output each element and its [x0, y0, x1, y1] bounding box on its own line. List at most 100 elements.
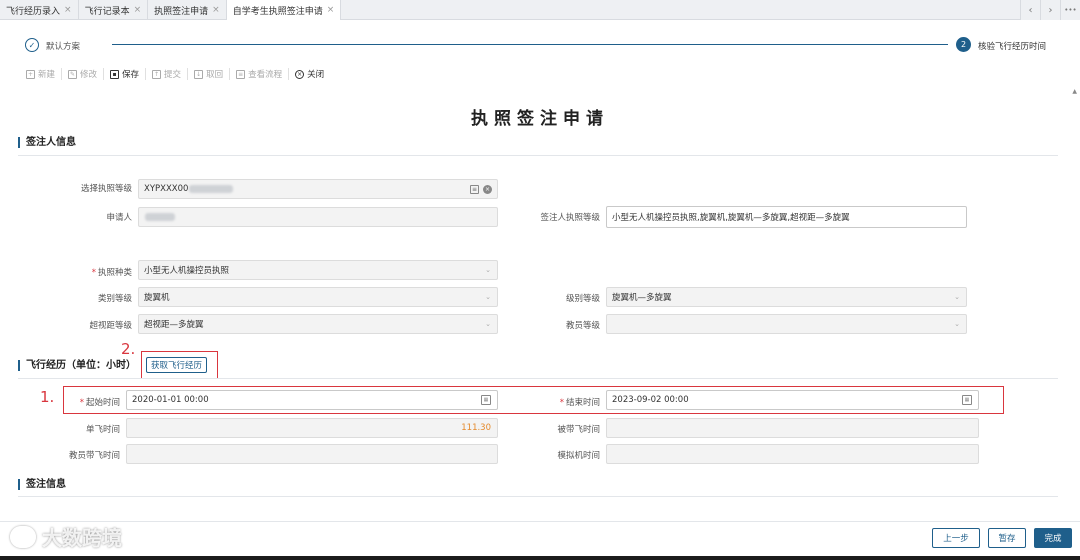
save-draft-button[interactable]: 暂存 [988, 528, 1026, 548]
close-icon[interactable]: × [134, 5, 142, 15]
annotation-2: 2. [121, 340, 136, 358]
step2-label: 核验飞行经历时间 [978, 42, 1047, 52]
end-time-input[interactable]: 2023-09-02 00:00 ▦ [606, 390, 979, 410]
calendar-icon[interactable]: ▦ [481, 395, 491, 405]
bvlos-label: 超视距等级 [89, 321, 132, 331]
step-connector [112, 44, 948, 45]
license-level-field[interactable]: XYPXXX00 ≡ × [138, 179, 498, 199]
submit-icon: ↑ [152, 69, 162, 79]
category-value: 旋翼机 [144, 293, 170, 303]
endorser-level-value: 小型无人机操控员执照,旋翼机,旋翼机—多旋翼,超视距—多旋翼 [612, 213, 850, 223]
start-time-input[interactable]: 2020-01-01 00:00 ▦ [126, 390, 498, 410]
bvlos-value: 超视距—多旋翼 [144, 320, 204, 330]
required-marker: * [79, 398, 84, 408]
sim-time-field [606, 444, 979, 464]
step1-label: 默认方案 [46, 42, 81, 52]
edit-icon: ✎ [68, 69, 78, 79]
class-label: 级别等级 [565, 294, 600, 304]
tab-license-endorsement[interactable]: 执照签注申请 × [148, 0, 227, 20]
instructor-level-select[interactable]: ⌄ [606, 314, 967, 334]
sim-time-label: 模拟机时间 [557, 451, 600, 461]
license-level-value: XYPXXX00 [144, 184, 189, 194]
page-title: 执照签注申请 [471, 109, 609, 129]
tab-bar: 飞行经历录入 × 飞行记录本 × 执照签注申请 × 自学考生执照签注申请 × ‹… [0, 0, 1080, 20]
solo-time-field: 111.30 [126, 418, 498, 438]
edit-button[interactable]: ✎ 修改 [62, 68, 105, 80]
chevron-down-icon: ⌄ [485, 320, 491, 328]
close-icon[interactable]: × [327, 5, 335, 15]
redacted-name [145, 213, 175, 221]
footer-divider [0, 521, 1080, 522]
annotation-1: 1. [40, 388, 55, 406]
new-icon: + [26, 69, 35, 79]
chevron-down-icon: ⌄ [485, 293, 491, 301]
calendar-icon[interactable]: ▦ [962, 395, 972, 405]
close-circle-icon: × [295, 69, 305, 79]
bvlos-select[interactable]: 超视距—多旋翼 ⌄ [138, 314, 498, 334]
endorser-level-field[interactable]: 小型无人机操控员执照,旋翼机,旋翼机—多旋翼,超视距—多旋翼 [606, 206, 967, 228]
close-icon[interactable]: × [212, 5, 220, 15]
watermark-logo-icon [10, 525, 36, 548]
get-flight-experience-button[interactable]: 获取飞行经历 [146, 357, 208, 373]
start-time-value: 2020-01-01 00:00 [132, 395, 209, 405]
dual-time-label: 被带飞时间 [557, 425, 600, 435]
close-icon[interactable]: × [64, 5, 72, 15]
clear-icon[interactable]: × [483, 185, 492, 194]
required-marker: * [559, 398, 564, 408]
retrieve-icon: ↓ [194, 69, 204, 79]
start-time-label: * 起始时间 [79, 398, 120, 408]
finish-button[interactable]: 完成 [1034, 528, 1072, 548]
flow-icon: ≡ [236, 69, 246, 79]
save-button[interactable]: ▪ 保存 [104, 68, 147, 80]
instructor-time-label: 教员带飞时间 [68, 451, 120, 461]
step1-check-icon: ✓ [25, 38, 39, 52]
chevron-left-icon[interactable]: ‹ [1020, 0, 1040, 20]
section-endorse-title: 签注信息 [18, 479, 66, 490]
section-divider [18, 378, 1058, 379]
tab-label: 自学考生执照签注申请 [232, 6, 323, 17]
tab-flight-logbook[interactable]: 飞行记录本 × [79, 0, 149, 20]
end-time-label: * 结束时间 [559, 398, 600, 408]
solo-time-value: 111.30 [461, 423, 491, 433]
step-progress: ✓ 默认方案 2 核验飞行经历时间 [0, 20, 1080, 64]
chevron-down-icon: ⌄ [485, 266, 491, 274]
new-button[interactable]: + 新建 [20, 68, 63, 80]
solo-time-label: 单飞时间 [85, 425, 120, 435]
class-select[interactable]: 旋翼机—多旋翼 ⌄ [606, 287, 967, 307]
license-type-select[interactable]: 小型无人机操控员执照 ⌄ [138, 260, 498, 280]
close-button[interactable]: × 关闭 [289, 68, 330, 80]
applicant-label: 申请人 [106, 213, 132, 223]
watermark-text: 大数跨境 [42, 526, 122, 550]
required-marker: * [91, 268, 96, 278]
submit-button[interactable]: ↑ 提交 [146, 68, 189, 80]
instructor-level-label: 教员等级 [565, 321, 600, 331]
endorser-level-label: 签注人执照等级 [540, 213, 600, 223]
tab-flight-record-entry[interactable]: 飞行经历录入 × [0, 0, 79, 20]
license-type-label: * 执照种类 [91, 268, 132, 278]
category-select[interactable]: 旋翼机 ⌄ [138, 287, 498, 307]
section-divider [18, 155, 1058, 156]
save-icon: ▪ [110, 69, 120, 79]
step2-number: 2 [956, 37, 971, 52]
retrieve-button[interactable]: ↓ 取回 [188, 68, 231, 80]
chevron-right-icon[interactable]: › [1040, 0, 1060, 20]
select-list-icon[interactable]: ≡ [470, 185, 479, 194]
scroll-up-icon[interactable]: ▲ [1072, 88, 1077, 95]
tab-label: 执照签注申请 [154, 6, 209, 17]
view-flow-button[interactable]: ≡ 查看流程 [230, 68, 290, 80]
section-divider [18, 496, 1058, 497]
tab-self-study-endorsement[interactable]: 自学考生执照签注申请 × [226, 0, 342, 20]
watermark: 大数跨境 [10, 522, 122, 551]
license-type-value: 小型无人机操控员执照 [144, 266, 230, 276]
toolbar: + 新建 ✎ 修改 ▪ 保存 ↑ 提交 ↓ 取回 ≡ 查看流程 × 关闭 [20, 66, 330, 82]
dual-time-field [606, 418, 979, 438]
chevron-down-icon: ⌄ [954, 320, 960, 328]
instructor-time-field [126, 444, 498, 464]
end-time-value: 2023-09-02 00:00 [612, 395, 689, 405]
section-flight-title: 飞行经历（单位：小时） [18, 360, 136, 371]
tab-label: 飞行经历录入 [6, 6, 61, 17]
tab-label: 飞行记录本 [84, 6, 130, 17]
prev-step-button[interactable]: 上一步 [932, 528, 980, 548]
more-icon[interactable]: ••• [1060, 0, 1080, 20]
bottom-bar [0, 556, 1080, 560]
